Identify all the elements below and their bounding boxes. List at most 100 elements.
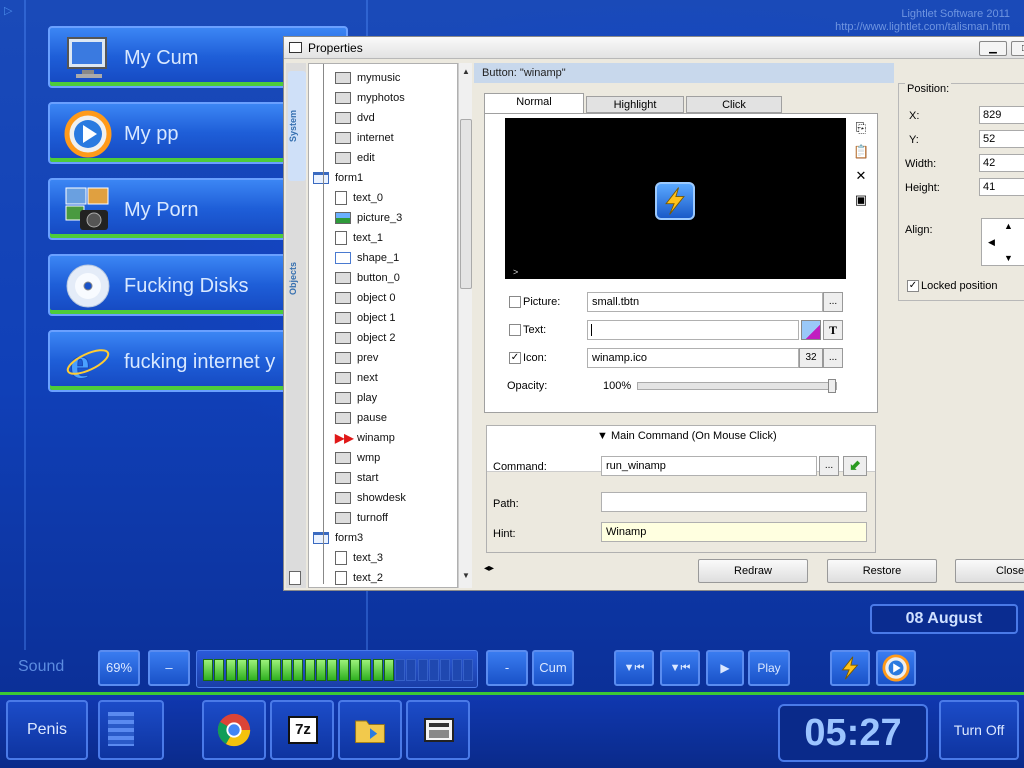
winamp-icon (655, 182, 695, 220)
icon-size-button[interactable]: 32 (799, 348, 823, 368)
tree-node[interactable]: start (335, 468, 378, 488)
tree-node[interactable]: dvd (335, 108, 375, 128)
y-field[interactable]: 52 (979, 130, 1024, 148)
explorer-taskbar-button[interactable] (338, 700, 402, 760)
icon-checkbox[interactable]: ✓ (509, 352, 521, 364)
tree-scrollbar[interactable]: ▲ ▼ (458, 63, 472, 588)
paste-icon[interactable]: 📋 (853, 144, 869, 160)
tree-node[interactable]: internet (335, 128, 394, 148)
opacity-slider[interactable] (637, 379, 837, 393)
tree-node[interactable]: text_1 (335, 228, 383, 248)
align-control[interactable]: ▲ ◀ ▼ (981, 218, 1024, 266)
scroll-thumb[interactable] (460, 119, 472, 289)
maximize-button[interactable]: □ (1011, 41, 1024, 56)
tree-node[interactable]: shape_1 (335, 248, 399, 268)
locked-checkbox[interactable]: ✓ (907, 280, 919, 292)
tree-node[interactable]: form1 (313, 168, 363, 188)
picture-browse-button[interactable]: ... (823, 292, 843, 312)
command-browse-button[interactable]: ... (819, 456, 839, 476)
tree-node[interactable]: next (335, 368, 378, 388)
restore-button[interactable]: Restore (827, 559, 937, 583)
tree-node[interactable]: object 2 (335, 328, 396, 348)
tree-node[interactable]: myphotos (335, 88, 405, 108)
color-picker[interactable] (801, 320, 821, 340)
chrome-taskbar-button[interactable] (202, 700, 266, 760)
window-taskbar-button[interactable] (406, 700, 470, 760)
volume-down-button[interactable]: – (148, 650, 190, 686)
taskbar-list-button[interactable] (98, 700, 164, 760)
tab-click[interactable]: Click (686, 96, 782, 113)
height-field[interactable]: 41 (979, 178, 1024, 196)
path-field[interactable] (601, 492, 867, 512)
minimize-button[interactable]: ▁ (979, 41, 1007, 56)
text-style-button[interactable]: T (823, 320, 843, 340)
scroll-down-icon[interactable]: ▼ (460, 571, 472, 580)
tree-node[interactable]: prev (335, 348, 378, 368)
align-up-icon[interactable]: ▲ (1004, 221, 1013, 231)
delete-icon[interactable]: ✕ (853, 168, 869, 184)
tree-node[interactable]: text_0 (335, 188, 383, 208)
rewind-button[interactable]: ▼⏮ (660, 650, 700, 686)
tree-node[interactable]: edit (335, 148, 375, 168)
picture-checkbox[interactable] (509, 296, 521, 308)
hint-field[interactable]: Winamp (601, 522, 867, 542)
scroll-up-icon[interactable]: ▲ (460, 67, 472, 76)
start-button[interactable]: Penis (6, 700, 88, 760)
tree-node[interactable]: text_3 (335, 548, 383, 568)
redraw-button[interactable]: Redraw (698, 559, 808, 583)
main-command-toggle[interactable]: ▼ Main Command (On Mouse Click) (597, 430, 777, 442)
tab-highlight[interactable]: Highlight (586, 96, 684, 113)
prev-button[interactable]: ▼⏮ (614, 650, 654, 686)
internet-explorer-icon: e (66, 339, 110, 386)
copy-icon[interactable]: ⎘ (853, 120, 869, 136)
tree-node-label: wmp (357, 452, 381, 464)
text-field[interactable] (587, 320, 799, 340)
align-label: Align: (905, 224, 933, 236)
wmp-launch-button[interactable] (876, 650, 916, 686)
7zip-taskbar-button[interactable]: 7z (270, 700, 334, 760)
cum-button[interactable]: Cum (532, 650, 574, 686)
tab-objects[interactable]: Objects (288, 193, 306, 363)
apply-icon[interactable]: ⬋ (843, 456, 867, 476)
tree-node[interactable]: text_2 (335, 568, 383, 587)
clock: 05:27 (778, 704, 928, 762)
picture-field[interactable]: small.tbtn (587, 292, 823, 312)
tree-node[interactable]: object 1 (335, 308, 396, 328)
resize-arrows-icon[interactable]: ◂▸ (484, 563, 494, 574)
winamp-launch-button[interactable] (830, 650, 870, 686)
align-left-icon[interactable]: ◀ (988, 237, 995, 248)
icon-browse-button[interactable]: ... (823, 348, 843, 368)
icon-field[interactable]: winamp.ico (587, 348, 799, 368)
tree-node[interactable]: wmp (335, 448, 380, 468)
save-icon[interactable]: ▣ (853, 192, 869, 208)
volume-minus-button[interactable]: - (486, 650, 528, 686)
tree-node[interactable]: pause (335, 408, 387, 428)
tree-node[interactable]: showdesk (335, 488, 406, 508)
tree-node[interactable]: form3 (313, 528, 363, 548)
command-field[interactable]: run_winamp (601, 456, 817, 476)
text-node-icon (335, 231, 347, 246)
x-field[interactable]: 829 (979, 106, 1024, 124)
tree-node[interactable]: mymusic (335, 68, 400, 88)
align-down-icon[interactable]: ▼ (1004, 253, 1013, 263)
tree-node-label: prev (357, 352, 379, 364)
text-node-icon (335, 551, 347, 566)
tree-node[interactable]: object 0 (335, 288, 396, 308)
close-button[interactable]: Close (955, 559, 1024, 583)
tree-node[interactable]: play (335, 388, 377, 408)
volume-segment (349, 659, 360, 681)
text-checkbox[interactable] (509, 324, 521, 336)
volume-bar[interactable] (196, 650, 478, 688)
button-node-icon (335, 292, 351, 305)
tab-system[interactable]: System (288, 71, 306, 181)
play-button[interactable]: Play (748, 650, 790, 686)
tree-node[interactable]: turnoff (335, 508, 388, 528)
tree-node[interactable]: button_0 (335, 268, 400, 288)
next-button[interactable]: ▶ (706, 650, 744, 686)
turn-off-button[interactable]: Turn Off (939, 700, 1019, 760)
tab-normal[interactable]: Normal (484, 93, 584, 113)
tree-node[interactable]: ▶▶ winamp (335, 428, 395, 448)
tree-node[interactable]: picture_3 (335, 208, 402, 228)
opacity-slider-thumb[interactable] (828, 379, 836, 393)
width-field[interactable]: 42 (979, 154, 1024, 172)
